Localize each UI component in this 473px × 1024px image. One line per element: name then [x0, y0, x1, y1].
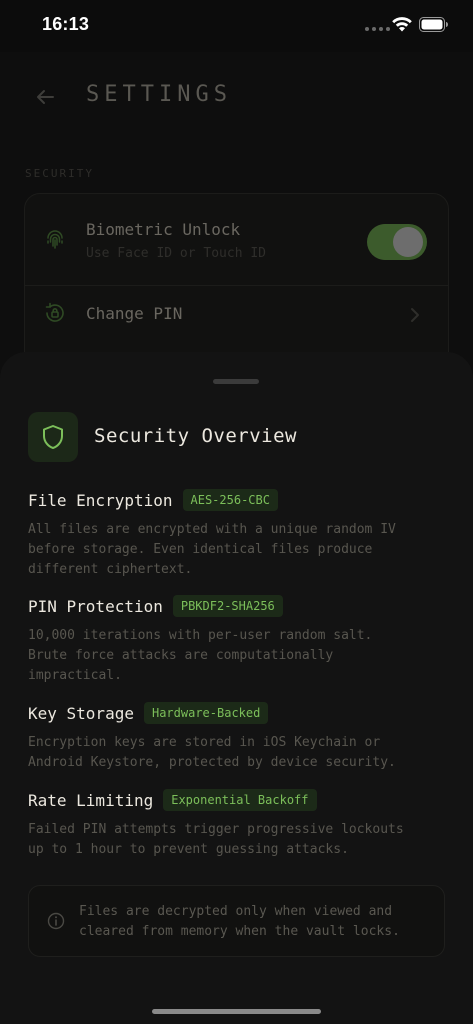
- wifi-icon: [392, 17, 412, 32]
- feature-title: Key Storage: [28, 703, 134, 723]
- biometric-unlock-title: Biometric Unlock: [86, 220, 241, 239]
- status-time: 16:13: [42, 14, 90, 34]
- page-title: SETTINGS: [86, 82, 232, 107]
- biometric-unlock-subtitle: Use Face ID or Touch ID: [86, 246, 267, 261]
- feature-badge: Hardware-Backed: [143, 702, 269, 724]
- fingerprint-icon: [47, 230, 63, 249]
- lock-reset-icon: [45, 302, 64, 322]
- feature-description: All files are encrypted with a unique ra…: [28, 522, 396, 577]
- toggle-knob: [393, 227, 423, 257]
- biometric-unlock-row[interactable]: Biometric Unlock Use Face ID or Touch ID: [25, 194, 448, 286]
- cellular-signal-icon: [365, 27, 390, 31]
- feature-title: PIN Protection: [28, 596, 163, 616]
- feature-file-encryption: File Encryption AES-256-CBC All files ar…: [28, 488, 448, 580]
- feature-rate-limiting: Rate Limiting Exponential Backoff Failed…: [28, 788, 448, 860]
- info-icon: [47, 912, 65, 930]
- shield-icon: [43, 425, 63, 449]
- settings-screen: SETTINGS SECURITY Biometric Unlock Use F…: [0, 52, 473, 383]
- battery-icon: [419, 17, 448, 32]
- home-indicator[interactable]: [152, 1009, 321, 1014]
- feature-description: Encryption keys are stored in iOS Keycha…: [28, 735, 396, 770]
- feature-badge: AES-256-CBC: [182, 489, 278, 511]
- back-arrow-icon[interactable]: [33, 85, 57, 109]
- section-label-security: SECURITY: [25, 167, 94, 180]
- feature-badge: PBKDF2-SHA256: [172, 595, 283, 617]
- feature-title: File Encryption: [28, 490, 173, 510]
- feature-title: Rate Limiting: [28, 790, 154, 810]
- chevron-right-icon: [411, 308, 419, 322]
- sheet-grabber[interactable]: [213, 379, 259, 384]
- info-text: Files are decrypted only when viewed and…: [79, 904, 400, 939]
- feature-description: 10,000 iterations with per-user random s…: [28, 628, 373, 683]
- status-bar: 16:13: [0, 0, 473, 52]
- info-note: Files are decrypted only when viewed and…: [28, 885, 445, 957]
- feature-badge: Exponential Backoff: [163, 789, 317, 811]
- feature-key-storage: Key Storage Hardware-Backed Encryption k…: [28, 701, 448, 773]
- feature-pin-protection: PIN Protection PBKDF2-SHA256 10,000 iter…: [28, 594, 448, 686]
- biometric-toggle[interactable]: [367, 224, 427, 260]
- sheet-title: Security Overview: [94, 425, 297, 447]
- change-pin-title: Change PIN: [86, 304, 183, 323]
- feature-description: Failed PIN attempts trigger progressive …: [28, 822, 404, 857]
- sheet-icon-container: [28, 412, 78, 462]
- security-overview-sheet: Security Overview File Encryption AES-25…: [0, 352, 473, 1024]
